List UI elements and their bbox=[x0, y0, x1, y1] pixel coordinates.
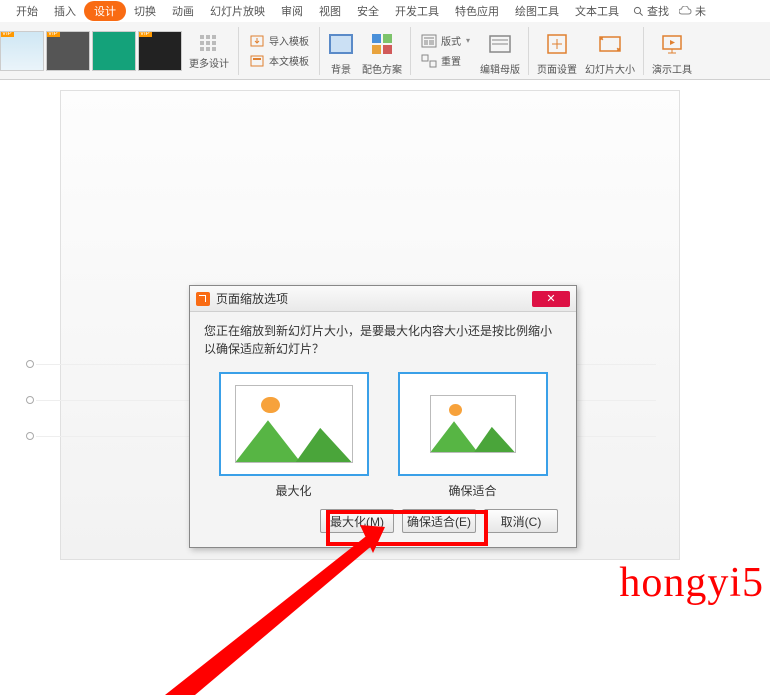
background-button[interactable]: 背景 bbox=[324, 24, 358, 78]
menu-slideshow[interactable]: 幻灯片放映 bbox=[202, 1, 273, 21]
menu-view[interactable]: 视图 bbox=[311, 1, 349, 21]
present-tools-button[interactable]: 演示工具 bbox=[648, 24, 696, 78]
find-label: 查找 bbox=[647, 3, 669, 19]
search-icon bbox=[633, 6, 644, 17]
layout-group: 版式 重置 bbox=[415, 30, 476, 72]
page-setup-button[interactable]: 页面设置 bbox=[533, 24, 581, 78]
menu-animation[interactable]: 动画 bbox=[164, 1, 202, 21]
menu-insert[interactable]: 插入 bbox=[46, 1, 84, 21]
template-thumbs: VIP VIP VIP bbox=[0, 22, 184, 79]
menu-design[interactable]: 设计 bbox=[84, 1, 126, 21]
more-design-label: 更多设计 bbox=[184, 55, 234, 70]
template-thumb[interactable]: VIP bbox=[0, 31, 44, 71]
dialog-close-button[interactable]: ✕ bbox=[532, 291, 570, 307]
outline-dot[interactable] bbox=[26, 396, 34, 404]
edit-master-label: 编辑母版 bbox=[480, 61, 520, 76]
import-icon bbox=[249, 33, 265, 49]
option-maximize-frame[interactable] bbox=[219, 372, 369, 476]
maximize-button[interactable]: 最大化(M) bbox=[320, 509, 394, 533]
picture-icon bbox=[235, 385, 353, 463]
edit-master-icon bbox=[487, 31, 513, 57]
cancel-button[interactable]: 取消(C) bbox=[484, 509, 558, 533]
menu-security[interactable]: 安全 bbox=[349, 1, 387, 21]
present-tools-icon bbox=[659, 31, 685, 57]
dialog-title: 页面缩放选项 bbox=[216, 290, 526, 307]
cloud-tail: 未 bbox=[695, 3, 706, 19]
more-design-button[interactable]: 更多设计 bbox=[184, 31, 234, 70]
workspace: 页面缩放选项 ✕ 您正在缩放到新幻灯片大小，是要最大化内容大小还是按比例缩小以确… bbox=[0, 80, 770, 611]
menu-devtools[interactable]: 开发工具 bbox=[387, 1, 447, 21]
separator bbox=[528, 27, 529, 75]
layout-button[interactable]: 版式 bbox=[419, 32, 472, 50]
ribbon: VIP VIP VIP 更多设计 导入模板 本文模板 背景 配色方案 版式 bbox=[0, 22, 770, 80]
dialog-body: 您正在缩放到新幻灯片大小，是要最大化内容大小还是按比例缩小以确保适应新幻灯片？ … bbox=[190, 312, 576, 547]
background-label: 背景 bbox=[331, 65, 351, 76]
color-scheme-button[interactable]: 配色方案 bbox=[358, 24, 406, 78]
option-ensure-fit-frame[interactable] bbox=[398, 372, 548, 476]
menu-bar: 开始 插入 设计 切换 动画 幻灯片放映 审阅 视图 安全 开发工具 特色应用 … bbox=[0, 0, 770, 22]
menu-review[interactable]: 审阅 bbox=[273, 1, 311, 21]
separator bbox=[238, 27, 239, 75]
slide-size-icon bbox=[597, 31, 623, 57]
reset-label: 重置 bbox=[441, 53, 461, 68]
reset-icon bbox=[421, 53, 437, 69]
separator bbox=[410, 27, 411, 75]
find-button[interactable]: 查找 bbox=[633, 3, 669, 19]
menu-transition[interactable]: 切换 bbox=[126, 1, 164, 21]
reset-button[interactable]: 重置 bbox=[419, 52, 472, 70]
app-logo-icon bbox=[196, 292, 210, 306]
option-ensure-fit[interactable]: 确保适合 bbox=[398, 372, 548, 499]
edit-master-button[interactable]: 编辑母版 bbox=[476, 24, 524, 78]
menu-start[interactable]: 开始 bbox=[8, 1, 46, 21]
cloud-icon bbox=[679, 6, 693, 16]
watermark: hongyi5 bbox=[619, 559, 764, 607]
dialog-titlebar[interactable]: 页面缩放选项 ✕ bbox=[190, 286, 576, 312]
option-ensure-fit-label: 确保适合 bbox=[398, 482, 548, 499]
template-group: 导入模板 本文模板 bbox=[243, 30, 315, 72]
template-thumb[interactable] bbox=[92, 31, 136, 71]
import-template-button[interactable]: 导入模板 bbox=[247, 32, 311, 50]
template-icon bbox=[249, 53, 265, 69]
outline-dots bbox=[26, 360, 34, 440]
this-template-button[interactable]: 本文模板 bbox=[247, 52, 311, 70]
option-maximize[interactable]: 最大化 bbox=[219, 372, 369, 499]
template-thumb[interactable]: VIP bbox=[138, 31, 182, 71]
page-setup-icon bbox=[544, 31, 570, 57]
import-template-label: 导入模板 bbox=[269, 33, 309, 48]
color-scheme-label: 配色方案 bbox=[362, 65, 402, 76]
dialog-options: 最大化 确保适合 bbox=[204, 372, 562, 499]
background-icon bbox=[328, 31, 354, 57]
layout-icon bbox=[421, 33, 437, 49]
page-setup-label: 页面设置 bbox=[537, 61, 577, 76]
separator bbox=[319, 27, 320, 75]
this-template-label: 本文模板 bbox=[269, 53, 309, 68]
menu-drawtools[interactable]: 绘图工具 bbox=[507, 1, 567, 21]
layout-label: 版式 bbox=[441, 33, 461, 48]
present-tools-label: 演示工具 bbox=[652, 65, 692, 76]
ensure-fit-button[interactable]: 确保适合(E) bbox=[402, 509, 476, 533]
slide-size-button[interactable]: 幻灯片大小 bbox=[581, 24, 639, 78]
grid-icon bbox=[200, 35, 218, 53]
option-maximize-label: 最大化 bbox=[219, 482, 369, 499]
menu-texttools[interactable]: 文本工具 bbox=[567, 1, 627, 21]
slide-size-label: 幻灯片大小 bbox=[585, 65, 635, 76]
dialog-buttons: 最大化(M) 确保适合(E) 取消(C) bbox=[204, 509, 562, 533]
picture-icon bbox=[430, 395, 516, 453]
outline-dot[interactable] bbox=[26, 432, 34, 440]
separator bbox=[643, 27, 644, 75]
color-scheme-icon bbox=[369, 31, 395, 57]
page-zoom-dialog: 页面缩放选项 ✕ 您正在缩放到新幻灯片大小，是要最大化内容大小还是按比例缩小以确… bbox=[189, 285, 577, 548]
template-thumb[interactable]: VIP bbox=[46, 31, 90, 71]
dialog-message: 您正在缩放到新幻灯片大小，是要最大化内容大小还是按比例缩小以确保适应新幻灯片？ bbox=[204, 322, 562, 358]
outline-dot[interactable] bbox=[26, 360, 34, 368]
cloud-sync[interactable]: 未 bbox=[679, 3, 706, 19]
menu-special[interactable]: 特色应用 bbox=[447, 1, 507, 21]
